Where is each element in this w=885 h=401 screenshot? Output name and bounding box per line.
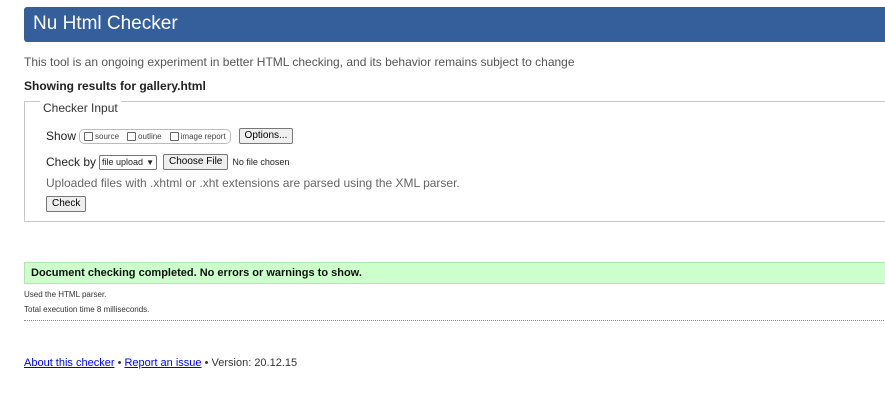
dotted-divider (24, 320, 885, 321)
showing-results-heading: Showing results for gallery.html (24, 79, 206, 93)
outline-checkbox[interactable] (127, 131, 137, 141)
show-outline-option[interactable]: outline (127, 131, 162, 141)
intro-text: This tool is an ongoing experiment in be… (24, 55, 575, 69)
about-checker-link[interactable]: About this checker (24, 357, 115, 369)
image-report-label: image report (180, 131, 226, 141)
chevron-down-icon: ▼ (146, 157, 154, 167)
show-label: Show (46, 129, 77, 143)
choose-file-button[interactable]: Choose File (163, 154, 229, 170)
show-options-group: source outline image report (79, 128, 231, 144)
footer: About this checker • Report an issue • V… (24, 357, 297, 369)
parser-info: Used the HTML parser. (24, 290, 107, 299)
version-text: Version: 20.12.15 (211, 357, 298, 369)
xml-parser-note: Uploaded files with .xhtml or .xht exten… (46, 176, 460, 190)
outline-label: outline (138, 131, 162, 141)
check-by-row: Check by file upload ▼ Choose File No fi… (46, 154, 289, 170)
check-by-label: Check by (46, 155, 97, 169)
check-by-value: file upload (102, 157, 144, 167)
execution-time: Total execution time 8 milliseconds. (24, 305, 150, 314)
check-by-select[interactable]: file upload ▼ (99, 154, 157, 170)
check-button[interactable]: Check (46, 196, 87, 212)
options-button[interactable]: Options... (238, 128, 294, 144)
source-checkbox[interactable] (84, 131, 94, 141)
show-image-report-option[interactable]: image report (169, 131, 226, 141)
show-source-option[interactable]: source (84, 131, 120, 141)
report-issue-link[interactable]: Report an issue (124, 357, 201, 369)
footer-separator: • (117, 357, 122, 369)
page-title: Nu Html Checker (33, 13, 178, 34)
show-options-row: Show source outline image report Options… (46, 128, 294, 144)
image-report-checkbox[interactable] (169, 131, 179, 141)
source-label: source (95, 131, 120, 141)
checker-input-legend: Checker Input (40, 101, 121, 115)
no-file-status: No file chosen (232, 157, 290, 167)
success-message: Document checking completed. No errors o… (24, 262, 885, 284)
header-banner: Nu Html Checker (24, 7, 885, 42)
footer-separator: • (204, 357, 209, 369)
